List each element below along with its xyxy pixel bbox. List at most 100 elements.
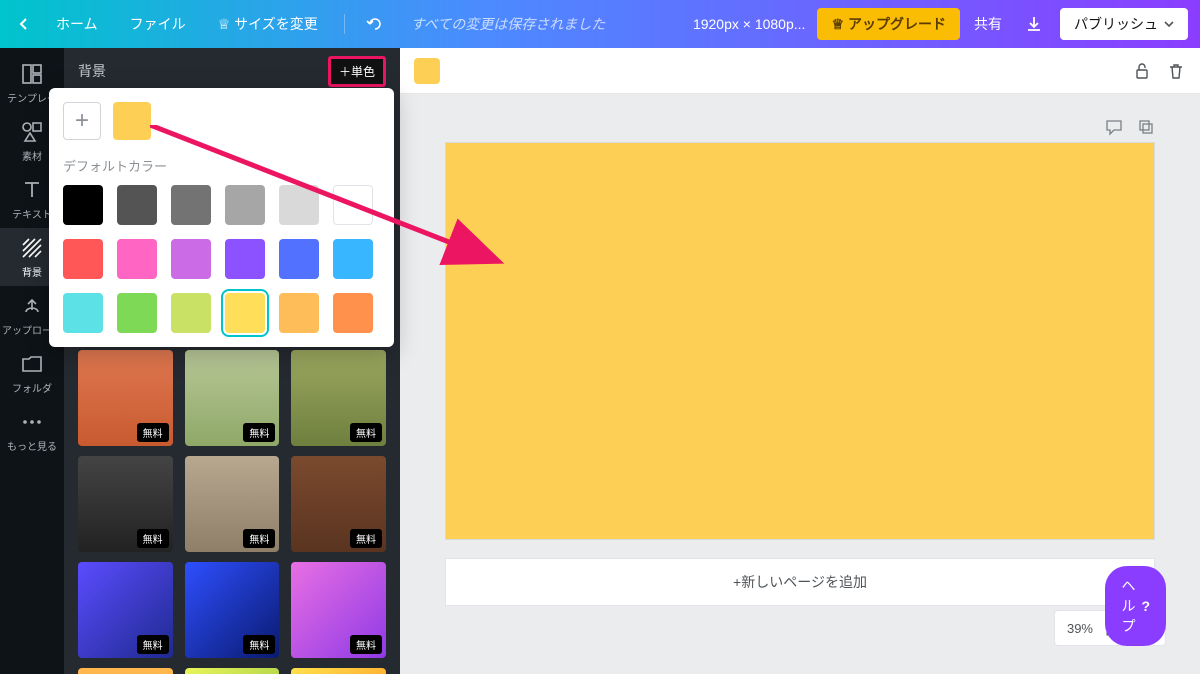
color-swatch[interactable] xyxy=(117,239,157,279)
more-icon xyxy=(20,410,44,434)
color-swatch[interactable] xyxy=(333,239,373,279)
background-thumb[interactable]: 無料 xyxy=(185,668,280,674)
help-label: ヘルプ xyxy=(1121,576,1135,636)
undo-icon xyxy=(366,15,384,33)
color-swatch[interactable] xyxy=(333,185,373,225)
add-color-button[interactable]: + xyxy=(63,102,101,140)
canvas-page[interactable] xyxy=(445,142,1155,540)
swatch-grid xyxy=(63,185,380,333)
undo-button[interactable] xyxy=(359,8,391,40)
color-swatch[interactable] xyxy=(333,293,373,333)
canvas-area: +新しいページを追加 39% ヘルプ ? xyxy=(400,48,1200,674)
save-status: すべての変更は保存されました xyxy=(411,14,605,34)
color-swatch[interactable] xyxy=(279,185,319,225)
background-color-chip[interactable] xyxy=(414,58,440,84)
color-swatch[interactable] xyxy=(225,239,265,279)
color-swatch[interactable] xyxy=(117,293,157,333)
topbar-left: ホーム ファイル ♕サイズを変更 すべての変更は保存されました xyxy=(12,8,605,40)
canvas-scroll[interactable]: +新しいページを追加 xyxy=(400,94,1200,674)
rail-folder[interactable]: フォルダ xyxy=(0,344,64,402)
color-swatch[interactable] xyxy=(225,185,265,225)
background-thumb[interactable]: 無料 xyxy=(78,668,173,674)
duplicate-icon[interactable] xyxy=(1137,118,1155,136)
crown-icon: ♕ xyxy=(831,16,844,33)
file-menu[interactable]: ファイル xyxy=(118,8,198,40)
zoom-value[interactable]: 39% xyxy=(1067,621,1093,636)
add-page-button[interactable]: +新しいページを追加 xyxy=(445,558,1155,606)
rail-label: 素材 xyxy=(22,148,42,163)
help-button[interactable]: ヘルプ ? xyxy=(1105,566,1166,646)
crown-icon: ♕ xyxy=(218,16,231,32)
color-swatch[interactable] xyxy=(63,239,103,279)
publish-button[interactable]: パブリッシュ xyxy=(1060,8,1188,40)
color-swatch[interactable] xyxy=(279,239,319,279)
help-icon: ? xyxy=(1141,598,1150,614)
download-button[interactable] xyxy=(1016,6,1052,42)
upload-icon xyxy=(20,294,44,318)
free-tag: 無料 xyxy=(350,423,382,442)
dimensions-display[interactable]: 1920px × 1080p... xyxy=(681,16,818,32)
color-swatch[interactable] xyxy=(63,293,103,333)
back-button[interactable] xyxy=(12,12,36,36)
trash-icon[interactable] xyxy=(1166,61,1186,81)
chevron-left-icon xyxy=(18,18,30,30)
rail-label: もっと見る xyxy=(7,438,57,453)
upgrade-label: アップグレード xyxy=(848,14,946,34)
color-swatch[interactable] xyxy=(171,239,211,279)
background-thumbnails: 無料無料無料無料無料無料無料無料無料無料無料無料 xyxy=(64,340,400,674)
divider xyxy=(344,14,345,34)
color-swatch[interactable] xyxy=(171,185,211,225)
rail-label: フォルダ xyxy=(12,380,52,395)
publish-label: パブリッシュ xyxy=(1074,14,1158,34)
color-swatch[interactable] xyxy=(225,293,265,333)
current-color[interactable] xyxy=(113,102,151,140)
page-controls xyxy=(445,118,1155,136)
color-popover: + デフォルトカラー xyxy=(49,88,394,347)
background-thumb[interactable]: 無料 xyxy=(291,456,386,552)
template-icon xyxy=(20,62,44,86)
upgrade-button[interactable]: ♕アップグレード xyxy=(817,8,960,40)
free-tag: 無料 xyxy=(137,635,169,654)
top-bar: ホーム ファイル ♕サイズを変更 すべての変更は保存されました 1920px ×… xyxy=(0,0,1200,48)
comment-icon[interactable] xyxy=(1105,118,1123,136)
toolbar-right xyxy=(1132,61,1186,81)
share-button[interactable]: 共有 xyxy=(960,8,1016,40)
free-tag: 無料 xyxy=(350,529,382,548)
text-icon xyxy=(20,178,44,202)
free-tag: 無料 xyxy=(243,529,275,548)
elements-icon xyxy=(20,120,44,144)
free-tag: 無料 xyxy=(350,635,382,654)
rail-label: 背景 xyxy=(22,264,42,279)
background-thumb[interactable]: 無料 xyxy=(185,350,280,446)
download-icon xyxy=(1025,15,1043,33)
lock-icon[interactable] xyxy=(1132,61,1152,81)
canvas-toolbar xyxy=(400,48,1200,94)
free-tag: 無料 xyxy=(137,529,169,548)
sidepanel-title: 背景 xyxy=(78,61,106,81)
resize-button[interactable]: ♕サイズを変更 xyxy=(206,8,330,40)
free-tag: 無料 xyxy=(243,423,275,442)
background-icon xyxy=(20,236,44,260)
background-thumb[interactable]: 無料 xyxy=(78,350,173,446)
background-thumb[interactable]: 無料 xyxy=(291,562,386,658)
color-swatch[interactable] xyxy=(63,185,103,225)
default-colors-label: デフォルトカラー xyxy=(63,156,380,175)
background-thumb[interactable]: 無料 xyxy=(291,350,386,446)
rail-more[interactable]: もっと見る xyxy=(0,402,64,460)
color-swatch[interactable] xyxy=(117,185,157,225)
background-thumb[interactable]: 無料 xyxy=(78,562,173,658)
folder-icon xyxy=(20,352,44,376)
chevron-down-icon xyxy=(1164,19,1174,29)
free-tag: 無料 xyxy=(137,423,169,442)
background-thumb[interactable]: 無料 xyxy=(291,668,386,674)
background-thumb[interactable]: 無料 xyxy=(78,456,173,552)
solid-color-button[interactable]: ＋単色 xyxy=(328,56,386,87)
color-swatch[interactable] xyxy=(279,293,319,333)
home-button[interactable]: ホーム xyxy=(44,8,110,40)
background-thumb[interactable]: 無料 xyxy=(185,456,280,552)
popover-top: + xyxy=(63,102,380,140)
background-thumb[interactable]: 無料 xyxy=(185,562,280,658)
rail-label: テキスト xyxy=(12,206,52,221)
resize-label: サイズを変更 xyxy=(234,16,318,32)
color-swatch[interactable] xyxy=(171,293,211,333)
